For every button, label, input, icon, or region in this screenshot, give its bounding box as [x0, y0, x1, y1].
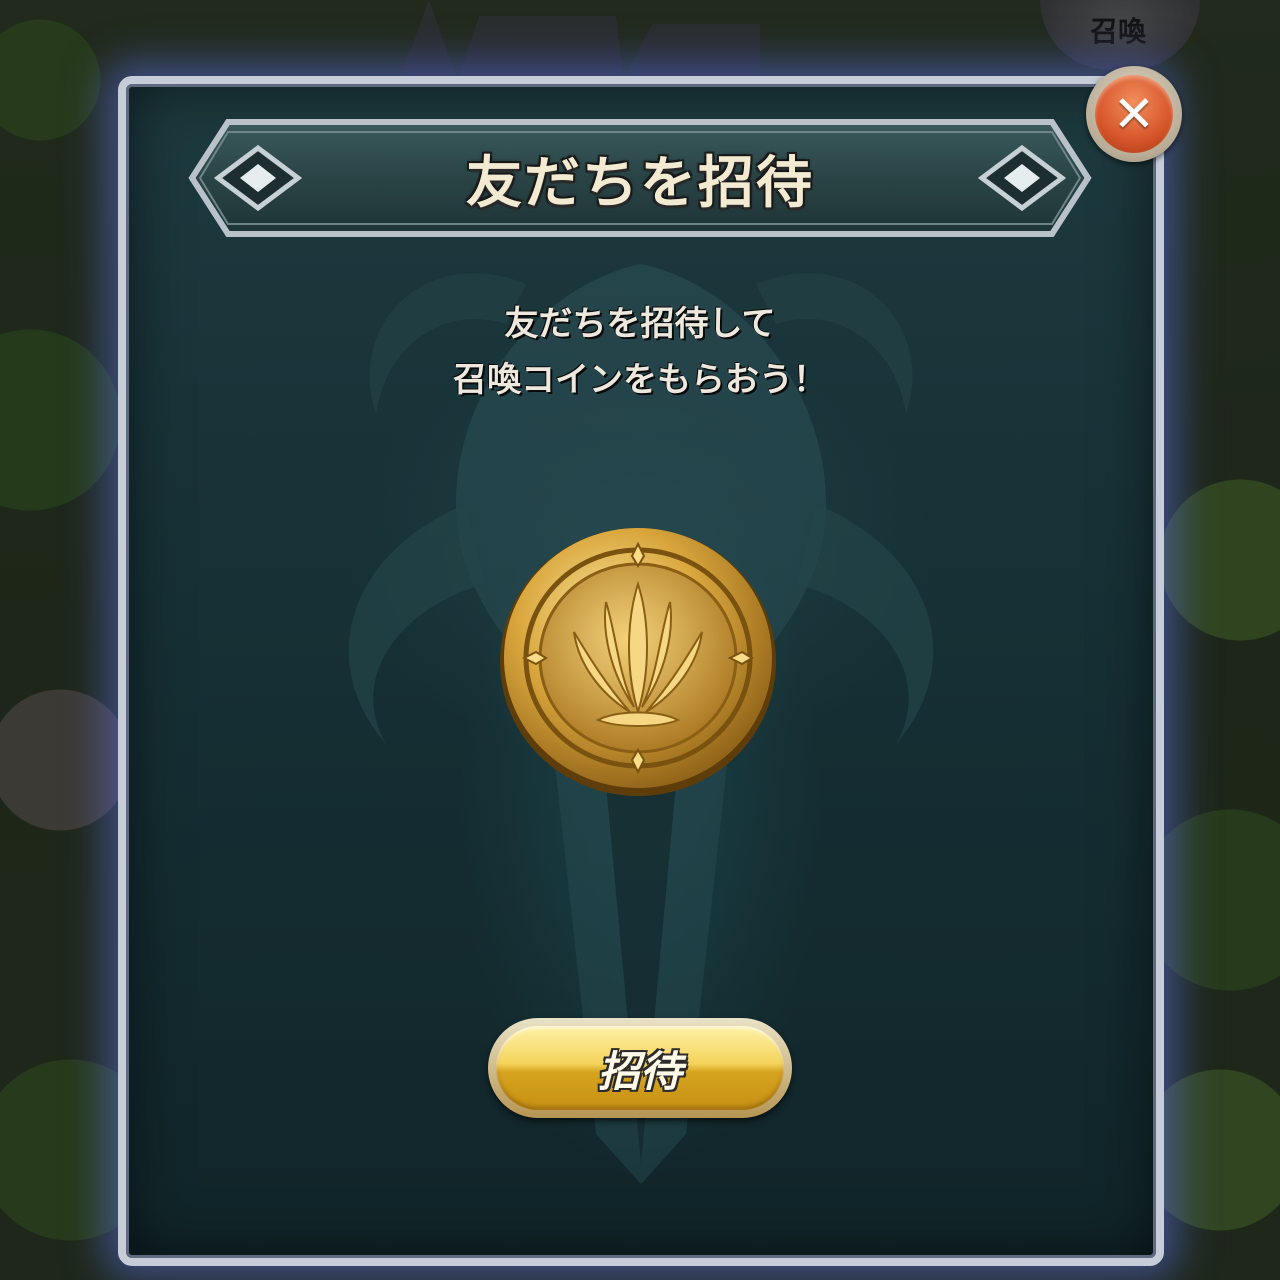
close-button-face[interactable]: ✕ — [1095, 75, 1173, 153]
description-line-1: 友だちを招待して — [504, 304, 776, 344]
close-icon: ✕ — [1113, 85, 1155, 143]
close-button[interactable]: ✕ — [1086, 66, 1182, 162]
dialog-title: 友だちを招待 — [466, 150, 814, 216]
invite-button-face[interactable]: 招待 — [496, 1026, 784, 1110]
title-banner: 友だちを招待 — [188, 118, 1092, 238]
invite-button[interactable]: 招待 — [488, 1018, 792, 1118]
description-line-2: 召喚コインをもらおう！ — [453, 360, 827, 400]
invite-button-label: 招待 — [597, 1046, 682, 1096]
dialog-description: 友だちを招待して 召喚コインをもらおう！ — [340, 296, 940, 408]
summon-coin-icon — [500, 528, 776, 796]
